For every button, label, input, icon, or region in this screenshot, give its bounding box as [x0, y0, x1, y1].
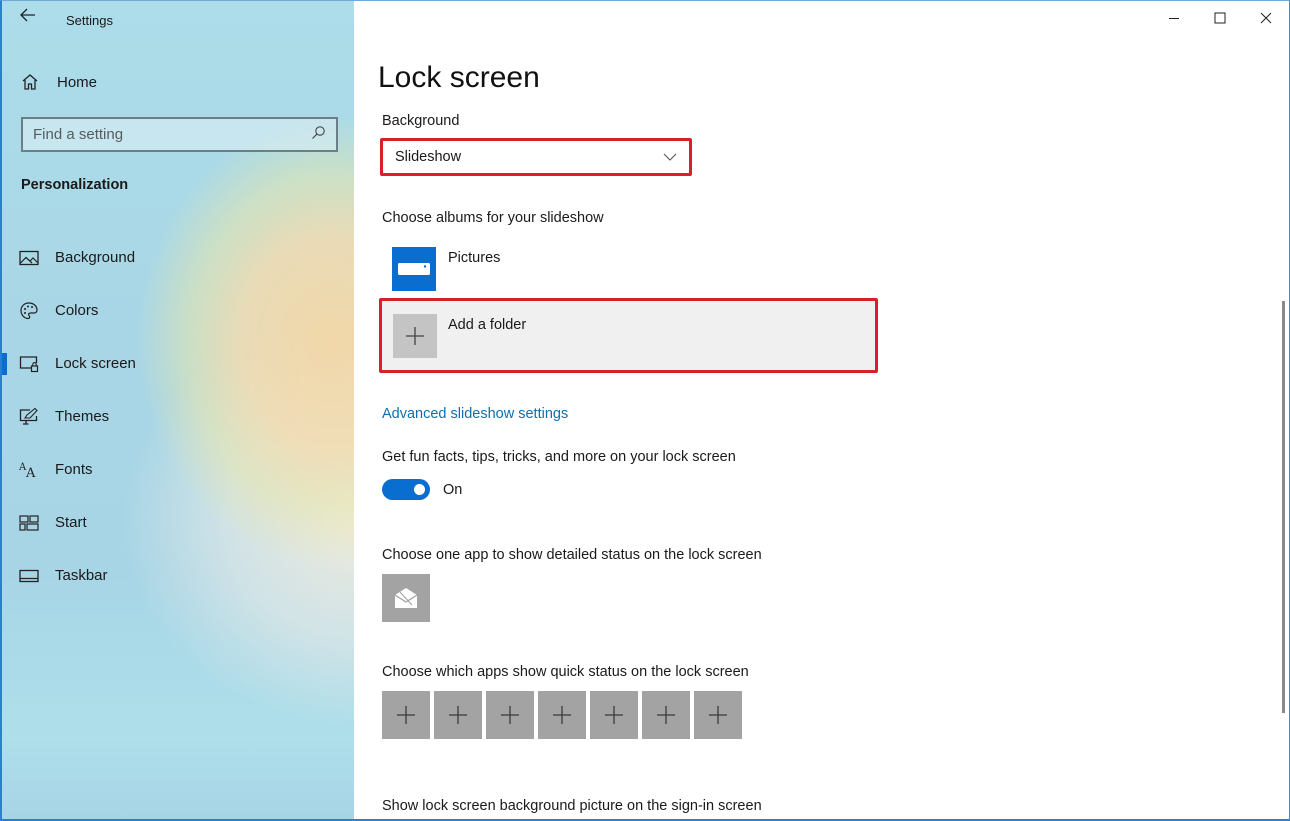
- sidebar-item-label: Background: [55, 249, 136, 266]
- advanced-slideshow-settings-link[interactable]: Advanced slideshow settings: [382, 406, 568, 422]
- quick-status-add-button[interactable]: [486, 691, 534, 739]
- plus-icon: [501, 706, 519, 724]
- sidebar-item-background[interactable]: Background: [2, 231, 354, 284]
- sidebar-item-label: Colors: [55, 302, 99, 319]
- home-icon: [20, 72, 40, 92]
- detailed-status-label: Choose one app to show detailed status o…: [382, 547, 762, 563]
- toggle-knob: [414, 484, 425, 495]
- nav-home-label: Home: [57, 73, 98, 91]
- quick-status-add-button[interactable]: [694, 691, 742, 739]
- window-controls: [1151, 1, 1289, 35]
- album-name: Pictures: [448, 250, 501, 266]
- sidebar-item-label: Lock screen: [55, 355, 136, 372]
- back-button[interactable]: [16, 7, 40, 27]
- background-label: Background: [382, 113, 460, 129]
- minimize-icon: [1169, 18, 1179, 19]
- fonts-icon: AA: [19, 460, 39, 480]
- quick-status-label: Choose which apps show quick status on t…: [382, 664, 749, 680]
- settings-window: Settings Home Personalization Background: [0, 0, 1290, 821]
- close-button[interactable]: [1243, 1, 1289, 35]
- back-arrow-icon: [20, 8, 35, 22]
- app-title: Settings: [66, 13, 113, 28]
- palette-icon: [19, 301, 39, 321]
- sidebar-item-label: Start: [55, 514, 87, 531]
- search-box[interactable]: [21, 117, 338, 152]
- toggle-state-label: On: [443, 481, 463, 498]
- start-icon: [19, 513, 39, 533]
- sidebar-item-label: Taskbar: [55, 567, 108, 584]
- quick-status-add-button[interactable]: [590, 691, 638, 739]
- sidebar-item-fonts[interactable]: AA Fonts: [2, 443, 354, 496]
- search-input[interactable]: [33, 126, 311, 143]
- nav-list: Background Colors Lock screen Themes A A…: [2, 231, 354, 602]
- search-icon[interactable]: [311, 125, 326, 145]
- sidebar-item-colors[interactable]: Colors: [2, 284, 354, 337]
- fun-facts-label: Get fun facts, tips, tricks, and more on…: [382, 449, 736, 465]
- sidebar-item-taskbar[interactable]: Taskbar: [2, 549, 354, 602]
- sidebar-item-label: Themes: [55, 408, 110, 425]
- album-item[interactable]: Pictures: [392, 247, 500, 291]
- sidebar-item-themes[interactable]: Themes: [2, 390, 354, 443]
- main-content: Lock screen Background Slideshow Choose …: [354, 1, 1289, 819]
- taskbar-icon: [19, 566, 39, 586]
- fun-facts-toggle[interactable]: On: [382, 479, 462, 500]
- maximize-icon: [1214, 12, 1226, 24]
- mail-icon: [394, 588, 418, 608]
- sidebar-item-start[interactable]: Start: [2, 496, 354, 549]
- quick-status-add-button[interactable]: [434, 691, 482, 739]
- plus-icon: [553, 706, 571, 724]
- plus-icon: [397, 706, 415, 724]
- minimize-button[interactable]: [1151, 1, 1197, 35]
- toggle-switch[interactable]: [382, 479, 430, 500]
- quick-status-add-button[interactable]: [382, 691, 430, 739]
- background-dropdown[interactable]: Slideshow: [380, 138, 692, 176]
- sidebar-item-lock-screen[interactable]: Lock screen: [2, 337, 354, 390]
- plus-icon: [449, 706, 467, 724]
- section-title: Personalization: [21, 177, 129, 193]
- add-folder-button[interactable]: Add a folder: [379, 298, 878, 373]
- plus-icon: [657, 706, 675, 724]
- sign-in-background-label: Show lock screen background picture on t…: [382, 798, 762, 814]
- albums-label: Choose albums for your slideshow: [382, 210, 604, 226]
- chevron-down-icon: [663, 153, 677, 161]
- svg-text:A: A: [25, 466, 36, 479]
- plus-icon: [709, 706, 727, 724]
- page-title: Lock screen: [378, 61, 540, 94]
- pictures-folder-icon: [392, 247, 436, 291]
- close-icon: [1260, 12, 1272, 24]
- maximize-button[interactable]: [1197, 1, 1243, 35]
- detailed-status-app-button[interactable]: [382, 574, 430, 622]
- themes-icon: [19, 407, 39, 427]
- plus-icon: [393, 314, 437, 358]
- sidebar-item-label: Fonts: [55, 461, 93, 478]
- sidebar: Settings Home Personalization Background: [2, 1, 354, 819]
- plus-icon: [605, 706, 623, 724]
- add-folder-label: Add a folder: [448, 317, 527, 333]
- picture-icon: [19, 248, 39, 268]
- lock-screen-icon: [19, 354, 39, 374]
- nav-home[interactable]: Home: [20, 72, 97, 92]
- quick-status-add-button[interactable]: [642, 691, 690, 739]
- background-dropdown-value: Slideshow: [395, 149, 462, 165]
- scrollbar[interactable]: [1282, 301, 1285, 713]
- quick-status-add-button[interactable]: [538, 691, 586, 739]
